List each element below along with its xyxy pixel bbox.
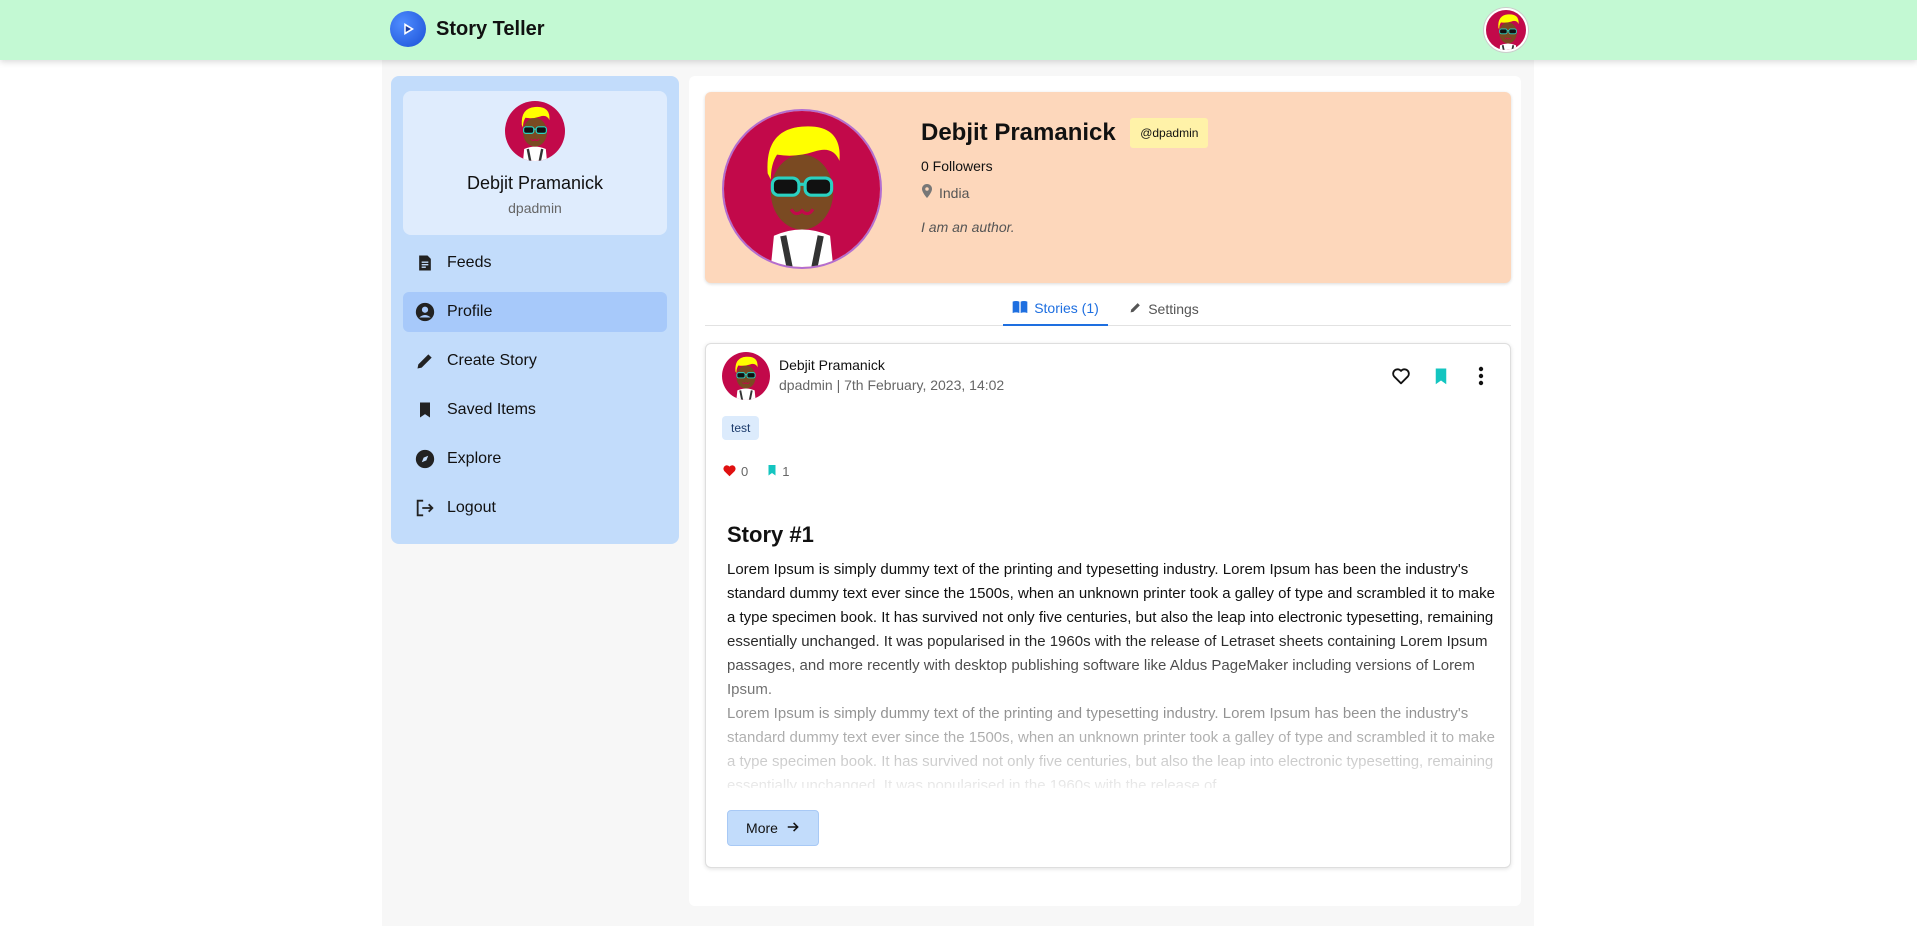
more-vert-icon[interactable]: [1469, 364, 1493, 388]
more-button-label: More: [746, 820, 778, 836]
sidebar-user-card[interactable]: Debjit Pramanick dpadmin: [403, 91, 667, 235]
tab-label: Settings: [1148, 301, 1199, 317]
sidebar-item-label: Feeds: [447, 254, 492, 271]
sidebar: Debjit Pramanick dpadmin Feeds Profile C…: [391, 76, 679, 544]
pencil-icon: [413, 349, 437, 373]
sidebar-item-profile[interactable]: Profile: [403, 292, 667, 332]
book-icon: [1012, 300, 1028, 317]
sidebar-user-handle: dpadmin: [508, 200, 562, 216]
story-stats: 0 1: [722, 463, 789, 480]
sidebar-item-logout[interactable]: Logout: [403, 488, 667, 528]
arrow-right-icon: [786, 820, 800, 837]
pencil-icon: [1129, 301, 1142, 317]
profile-info: Debjit Pramanick @dpadmin 0 Followers In…: [921, 118, 1209, 235]
story-card: Debjit Pramanick dpadmin | 7th February,…: [705, 343, 1511, 868]
sidebar-item-label: Saved Items: [447, 401, 536, 418]
sidebar-item-label: Create Story: [447, 352, 537, 369]
sidebar-item-label: Logout: [447, 499, 496, 516]
followers-count[interactable]: 0 Followers: [921, 158, 1208, 174]
story-paragraph: Lorem Ipsum is simply dummy text of the …: [727, 705, 1495, 788]
app-title: Story Teller: [436, 17, 545, 40]
location-pin-icon: [921, 184, 933, 201]
logout-icon: [413, 496, 437, 520]
story-body: Lorem Ipsum is simply dummy text of the …: [727, 558, 1497, 788]
top-app-bar: Story Teller: [0, 0, 1917, 60]
profile-handle-badge: @dpadmin: [1130, 118, 1209, 148]
sidebar-item-feeds[interactable]: Feeds: [403, 243, 667, 283]
sidebar-item-label: Explore: [447, 450, 502, 467]
article-icon: [413, 251, 437, 275]
profile-avatar: [722, 109, 882, 269]
heart-outline-icon[interactable]: [1389, 364, 1413, 388]
saves-stat: 1: [766, 463, 789, 480]
tab-label: Stories (1): [1034, 300, 1099, 316]
bookmark-icon: [413, 398, 437, 422]
account-circle-icon: [413, 300, 437, 324]
story-meta: dpadmin | 7th February, 2023, 14:02: [779, 377, 1005, 393]
tab-stories[interactable]: Stories (1): [1003, 292, 1108, 326]
sidebar-item-label: Profile: [447, 303, 493, 320]
avatar[interactable]: [722, 352, 770, 400]
profile-location: India: [921, 184, 1208, 201]
tab-settings[interactable]: Settings: [1124, 292, 1204, 326]
likes-stat: 0: [722, 463, 748, 480]
story-actions: [1389, 364, 1493, 388]
story-paragraph: Lorem Ipsum is simply dummy text of the …: [727, 561, 1495, 698]
profile-header: Debjit Pramanick @dpadmin 0 Followers In…: [705, 92, 1511, 283]
bookmark-icon: [766, 463, 778, 480]
account-avatar[interactable]: [1484, 8, 1528, 52]
brand[interactable]: Story Teller: [390, 11, 545, 47]
sidebar-item-create-story[interactable]: Create Story: [403, 341, 667, 381]
profile-name: Debjit Pramanick: [921, 119, 1116, 146]
saves-count: 1: [782, 464, 790, 479]
sidebar-nav: Feeds Profile Create Story Saved Items E…: [403, 243, 667, 537]
profile-bio: I am an author.: [921, 219, 1015, 235]
profile-tabs: Stories (1) Settings: [705, 292, 1511, 326]
sidebar-item-saved-items[interactable]: Saved Items: [403, 390, 667, 430]
story-author[interactable]: Debjit Pramanick: [779, 357, 885, 373]
story-title[interactable]: Story #1: [727, 522, 814, 548]
avatar: [505, 101, 565, 161]
compass-icon: [413, 447, 437, 471]
sidebar-user-name: Debjit Pramanick: [466, 173, 604, 193]
location-text: India: [939, 184, 970, 201]
more-button[interactable]: More: [727, 810, 819, 846]
play-icon: [390, 11, 426, 47]
story-tag[interactable]: test: [722, 416, 760, 440]
heart-icon: [722, 463, 737, 480]
bookmark-icon[interactable]: [1429, 364, 1453, 388]
likes-count: 0: [741, 464, 749, 479]
sidebar-item-explore[interactable]: Explore: [403, 439, 667, 479]
